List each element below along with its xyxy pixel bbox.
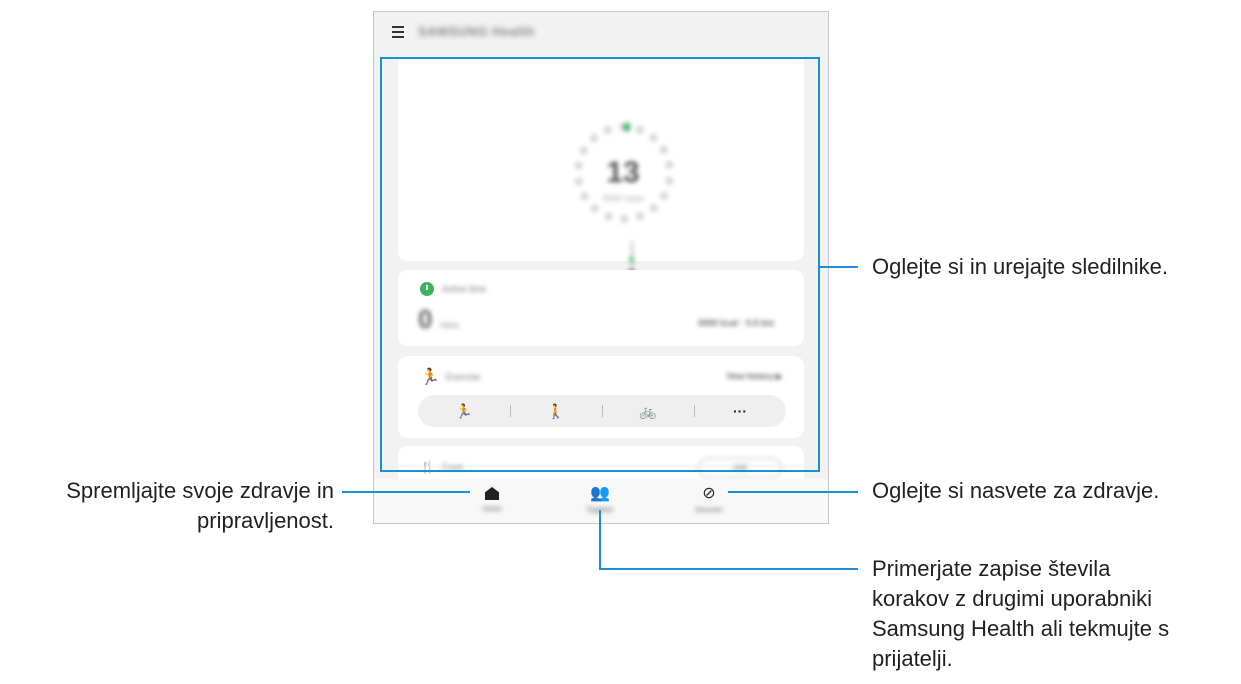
callout-trackers: Oglejte si in urejajte sledilnike. xyxy=(872,254,1168,279)
callout-home-line: pripravljenost. xyxy=(197,508,334,533)
callout-together-line: Primerjate zapise števila xyxy=(872,556,1111,581)
callout-line-together-h xyxy=(599,568,858,570)
bottom-navigation: Home 👥 Together ⊘ Discover xyxy=(374,479,828,523)
callout-line-discover xyxy=(728,491,858,493)
nav-home-label: Home xyxy=(482,506,502,513)
callout-together: Primerjate zapise števila korakov z drug… xyxy=(872,554,1169,674)
callout-discover: Oglejte si nasvete za zdravje. xyxy=(872,478,1160,503)
callout-line-trackers xyxy=(820,266,858,268)
app-title: SAMSUNG Health xyxy=(418,24,535,39)
callout-together-line: prijatelji. xyxy=(872,646,953,671)
app-bar: SAMSUNG Health xyxy=(374,12,828,56)
callout-together-line: korakov z drugimi uporabniki xyxy=(872,586,1153,611)
callout-line-together-v xyxy=(599,510,601,570)
compass-icon: ⊘ xyxy=(702,485,716,502)
nav-discover[interactable]: ⊘ Discover xyxy=(679,485,739,514)
nav-home[interactable]: Home xyxy=(462,485,522,513)
people-icon: 👥 xyxy=(590,485,610,502)
callout-line-home xyxy=(342,491,470,493)
home-icon xyxy=(485,487,499,500)
nav-discover-label: Discover xyxy=(695,507,723,514)
hamburger-menu-icon[interactable] xyxy=(392,26,404,38)
callout-home-line: Spremljajte svoje zdravje in xyxy=(66,478,334,503)
callout-together-line: Samsung Health ali tekmujte s xyxy=(872,616,1170,641)
callout-home: Spremljajte svoje zdravje in pripravljen… xyxy=(8,476,334,536)
trackers-highlight xyxy=(380,57,820,472)
